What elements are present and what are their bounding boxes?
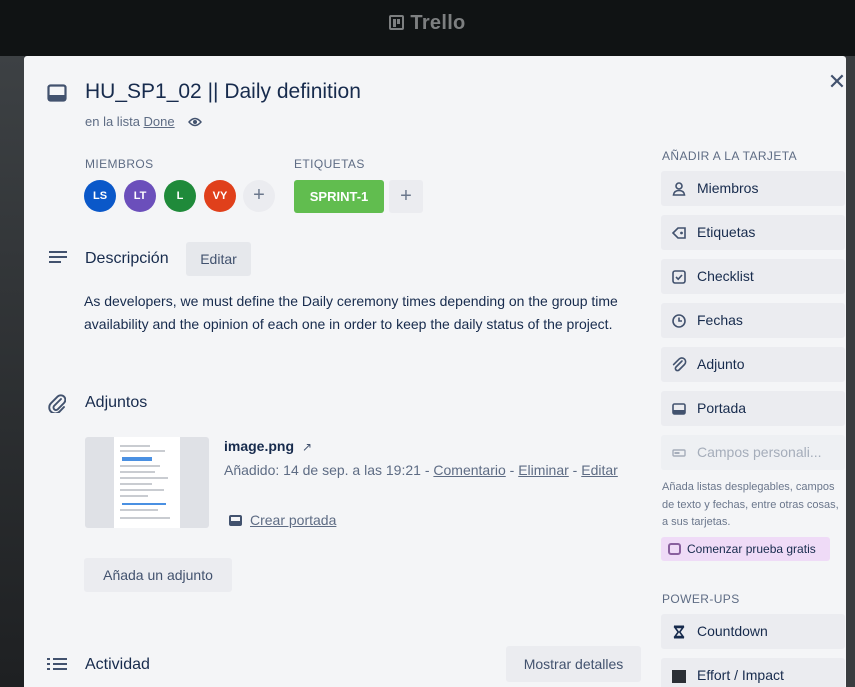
labels-label: ETIQUETAS (294, 157, 365, 171)
attachment-meta: Añadido: 14 de sep. a las 19:21 - Coment… (224, 462, 618, 478)
make-cover-link[interactable]: Crear portada (229, 512, 336, 528)
close-icon[interactable]: ✕ (826, 71, 848, 93)
description-text[interactable]: As developers, we must define the Daily … (84, 290, 644, 335)
dates-button[interactable]: Fechas (661, 303, 845, 338)
edit-link[interactable]: Editar (581, 462, 618, 478)
external-link-icon[interactable]: ↗ (302, 440, 312, 454)
attachments-heading: Adjuntos (85, 394, 148, 411)
clock-icon (671, 313, 687, 329)
members-label: MIEMBROS (85, 157, 154, 171)
effort-impact-button[interactable]: Effort / Impact (661, 658, 845, 687)
description-heading: Descripción (85, 250, 169, 267)
card-list-info: en la lista Done (85, 114, 203, 130)
custom-fields-icon (671, 445, 687, 461)
custom-fields-button[interactable]: Campos personali... (661, 435, 845, 470)
avatar[interactable]: LS (84, 180, 116, 212)
top-bar: Trello (0, 0, 855, 56)
avatar[interactable]: L (164, 180, 196, 212)
cover-button[interactable]: Portada (661, 391, 845, 426)
label-sprint-1[interactable]: SPRINT-1 (294, 180, 384, 213)
add-label-button[interactable]: + (389, 180, 423, 213)
person-icon (671, 181, 687, 197)
attachment-button[interactable]: Adjunto (661, 347, 845, 382)
trello-logo[interactable]: Trello (0, 12, 855, 35)
power-ups-title: POWER-UPS (662, 592, 740, 606)
trial-icon (668, 543, 681, 555)
attachment-thumbnail[interactable] (85, 437, 209, 528)
activity-icon (47, 657, 67, 671)
trello-icon (389, 15, 405, 30)
custom-fields-note: Añada listas desplegables, campos de tex… (662, 481, 839, 528)
hourglass-icon (671, 624, 687, 640)
checklist-button[interactable]: Checklist (661, 259, 845, 294)
eye-icon[interactable] (188, 115, 203, 130)
tag-icon (671, 225, 687, 241)
members-button[interactable]: Miembros (661, 171, 845, 206)
list-link[interactable]: Done (144, 114, 175, 129)
start-trial-button[interactable]: Comenzar prueba gratis (661, 537, 830, 561)
description-icon (49, 250, 67, 264)
add-member-button[interactable]: + (243, 180, 275, 212)
avatar[interactable]: VY (204, 180, 236, 212)
edit-description-button[interactable]: Editar (186, 242, 251, 276)
activity-heading: Actividad (85, 656, 150, 673)
checklist-icon (671, 269, 687, 285)
add-to-card-title: AÑADIR A LA TARJETA (662, 149, 797, 163)
delete-link[interactable]: Eliminar (518, 462, 569, 478)
add-attachment-button[interactable]: Añada un adjunto (84, 558, 232, 592)
show-details-button[interactable]: Mostrar detalles (506, 646, 641, 682)
paperclip-icon (671, 357, 687, 373)
square-icon (671, 668, 687, 684)
board-background-right (845, 56, 855, 687)
board-background (0, 56, 24, 687)
comment-link[interactable]: Comentario (433, 462, 505, 478)
card-icon (47, 84, 67, 102)
cover-icon (229, 515, 242, 526)
card-title[interactable]: HU_SP1_02 || Daily definition (85, 80, 361, 104)
avatar[interactable]: LT (124, 180, 156, 212)
cover-icon (671, 401, 687, 417)
countdown-button[interactable]: Countdown (661, 614, 845, 649)
attachment-name[interactable]: image.png ↗ (224, 438, 312, 454)
paperclip-icon (48, 393, 66, 413)
thumbnail-page (114, 437, 180, 528)
labels-button[interactable]: Etiquetas (661, 215, 845, 250)
